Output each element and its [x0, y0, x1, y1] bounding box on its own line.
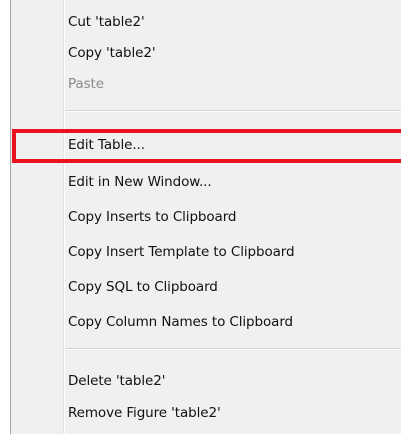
icon-gutter-divider-highlight: [64, 0, 65, 434]
context-menu: Cut 'table2' Copy 'table2' Paste Edit Ta…: [10, 0, 401, 434]
menu-separator: [66, 110, 401, 112]
menu-item-cut[interactable]: Cut 'table2': [68, 7, 145, 37]
menu-item-copy-column-names[interactable]: Copy Column Names to Clipboard: [68, 307, 293, 337]
menu-item-copy-inserts[interactable]: Copy Inserts to Clipboard: [68, 202, 237, 232]
menu-item-edit-table[interactable]: Edit Table...: [68, 130, 145, 160]
menu-item-copy-sql[interactable]: Copy SQL to Clipboard: [68, 272, 218, 302]
menu-separator: [66, 348, 401, 350]
background-window-edge: [0, 0, 8, 434]
menu-item-delete[interactable]: Delete 'table2': [68, 366, 165, 396]
menu-item-remove-figure[interactable]: Remove Figure 'table2': [68, 398, 221, 428]
menu-item-copy-insert-template[interactable]: Copy Insert Template to Clipboard: [68, 237, 295, 267]
menu-item-edit-in-new-window[interactable]: Edit in New Window...: [68, 167, 212, 197]
menu-item-copy[interactable]: Copy 'table2': [68, 38, 156, 68]
menu-item-paste[interactable]: Paste: [68, 69, 104, 99]
